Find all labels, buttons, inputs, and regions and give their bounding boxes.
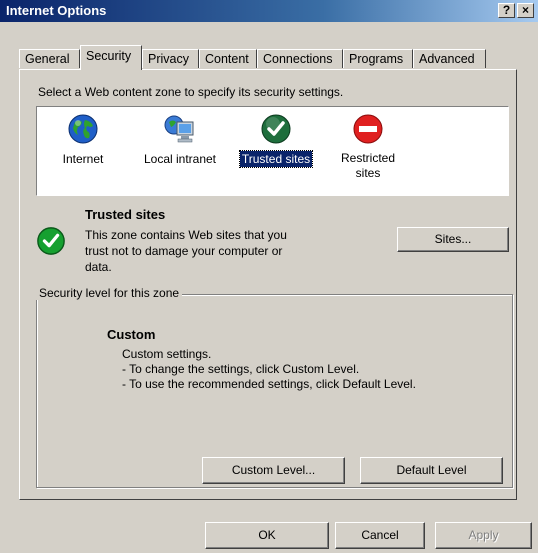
tab-advanced[interactable]: Advanced (413, 49, 486, 68)
tab-privacy[interactable]: Privacy (142, 49, 199, 68)
zone-restricted-sites[interactable]: Restricted sites (332, 113, 404, 181)
selected-zone-title: Trusted sites (85, 207, 166, 222)
tab-connections[interactable]: Connections (257, 49, 343, 68)
zone-desc-line1: This zone contains Web sites that you (85, 228, 287, 242)
zone-list: Internet Local intranet Trusted sites Re… (36, 106, 509, 196)
zone-local-intranet[interactable]: Local intranet (135, 113, 225, 167)
tab-content[interactable]: Content (199, 49, 257, 68)
zone-restricted-label-line1: Restricted (340, 151, 396, 165)
security-level-description: Custom settings. - To change the setting… (122, 347, 416, 392)
check-icon (260, 113, 292, 145)
ok-button[interactable]: OK (205, 522, 329, 549)
zone-internet-label: Internet (62, 152, 104, 166)
intranet-icon (164, 113, 196, 145)
level-desc-line1: Custom settings. (122, 347, 212, 361)
tab-programs[interactable]: Programs (343, 49, 413, 68)
title-bar[interactable]: Internet Options ? × (0, 0, 538, 22)
zone-desc-line3: data. (85, 260, 112, 274)
help-button[interactable]: ? (498, 3, 515, 18)
security-level-group-label: Security level for this zone (36, 286, 183, 300)
trusted-sites-large-icon (36, 226, 68, 258)
level-desc-line2: - To change the settings, click Custom L… (122, 362, 360, 376)
globe-icon (67, 113, 99, 145)
level-desc-line3: - To use the recommended settings, click… (122, 377, 416, 391)
instructions-text: Select a Web content zone to specify its… (38, 85, 344, 99)
selected-zone-description: This zone contains Web sites that you tr… (85, 227, 287, 275)
apply-button[interactable]: Apply (435, 522, 532, 549)
zone-trusted-sites[interactable]: Trusted sites (233, 113, 319, 168)
internet-options-dialog: Internet Options ? × General Security Pr… (0, 0, 538, 553)
cancel-button[interactable]: Cancel (335, 522, 425, 549)
close-button[interactable]: × (517, 3, 534, 18)
security-level-title: Custom (107, 327, 156, 342)
zone-local-intranet-label: Local intranet (143, 152, 217, 166)
zone-desc-line2: trust not to damage your computer or (85, 244, 283, 258)
sites-button[interactable]: Sites... (397, 227, 509, 252)
default-level-button[interactable]: Default Level (360, 457, 503, 484)
custom-level-button[interactable]: Custom Level... (202, 457, 345, 484)
zone-internet[interactable]: Internet (51, 113, 115, 167)
window-title: Internet Options (6, 3, 107, 18)
tab-security[interactable]: Security (80, 45, 142, 70)
tab-general[interactable]: General (19, 49, 80, 68)
restricted-icon (352, 113, 384, 145)
zone-restricted-label-line2: sites (355, 166, 381, 180)
zone-trusted-sites-label: Trusted sites (238, 150, 314, 168)
